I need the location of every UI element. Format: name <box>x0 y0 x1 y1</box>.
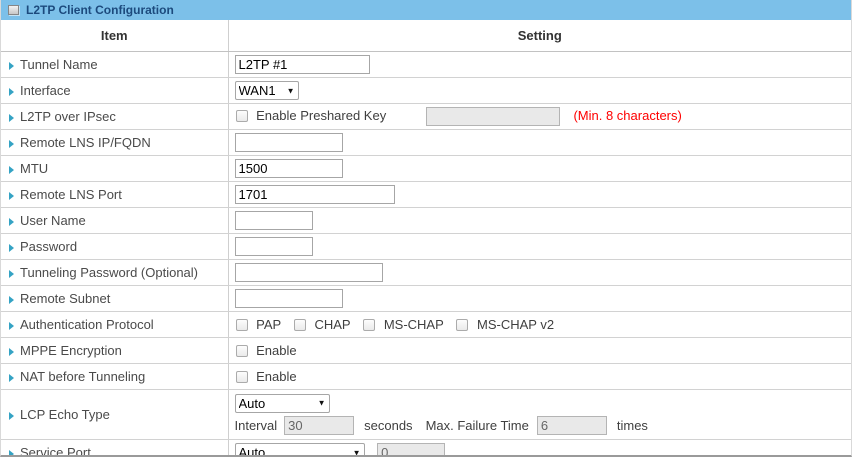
row-marker-icon <box>9 192 14 200</box>
row-marker-icon <box>9 374 14 382</box>
mppe-enable-checkbox[interactable] <box>236 345 248 357</box>
interval-unit-label: seconds <box>364 418 412 433</box>
checkbox-label: Enable <box>256 343 296 358</box>
row-label: LCP Echo Type <box>20 407 110 422</box>
tunnel-name-input[interactable] <box>235 55 370 74</box>
row-mppe-encryption: MPPE Encryption Enable <box>1 338 851 364</box>
row-user-name: User Name <box>1 208 851 234</box>
checkbox-label: MS-CHAP <box>384 317 444 332</box>
ms-chap-checkbox[interactable] <box>363 319 375 331</box>
row-label: Interface <box>20 83 71 98</box>
row-label: Authentication Protocol <box>20 317 154 332</box>
row-marker-icon <box>9 140 14 148</box>
remote-lns-port-input[interactable] <box>235 185 395 204</box>
row-label: User Name <box>20 213 86 228</box>
row-nat-before-tunneling: NAT before Tunneling Enable <box>1 364 851 390</box>
max-failure-time-input <box>537 416 607 435</box>
row-remote-lns-port: Remote LNS Port <box>1 182 851 208</box>
row-label: Remote Subnet <box>20 291 110 306</box>
lcp-echo-type-select[interactable]: Auto <box>235 394 330 413</box>
page-title: L2TP Client Configuration <box>26 3 174 17</box>
preshared-key-input <box>426 107 560 126</box>
row-remote-subnet: Remote Subnet <box>1 286 851 312</box>
preshared-key-hint: (Min. 8 characters) <box>573 108 681 123</box>
user-name-input[interactable] <box>235 211 313 230</box>
checkbox-label: Enable <box>256 369 296 384</box>
table-header-row: Item Setting <box>1 20 851 52</box>
configuration-table: Item Setting Tunnel Name Interface WAN1 … <box>1 20 851 457</box>
checkbox-label: Enable Preshared Key <box>256 108 386 123</box>
section-icon <box>8 5 19 15</box>
row-label: Password <box>20 239 77 254</box>
checkbox-label: MS-CHAP v2 <box>477 317 554 332</box>
row-label: MPPE Encryption <box>20 343 122 358</box>
row-label: Service Port <box>20 445 91 457</box>
row-marker-icon <box>9 218 14 226</box>
remote-subnet-input[interactable] <box>235 289 343 308</box>
interval-label: Interval <box>235 418 278 433</box>
row-label: Remote LNS IP/FQDN <box>20 135 151 150</box>
row-label: Remote LNS Port <box>20 187 122 202</box>
service-port-input <box>377 443 445 457</box>
remote-lns-ip-input[interactable] <box>235 133 343 152</box>
preshared-key-enable-checkbox[interactable] <box>236 110 248 122</box>
row-interface: Interface WAN1 ▼ <box>1 78 851 104</box>
interval-input <box>284 416 354 435</box>
max-failure-time-label: Max. Failure Time <box>426 418 529 433</box>
row-label: Tunneling Password (Optional) <box>20 265 198 280</box>
row-marker-icon <box>9 244 14 252</box>
row-marker-icon <box>9 412 14 420</box>
row-label: Tunnel Name <box>20 57 98 72</box>
service-port-select[interactable]: Auto <box>235 443 365 457</box>
row-marker-icon <box>9 450 14 457</box>
row-marker-icon <box>9 348 14 356</box>
row-label: L2TP over IPsec <box>20 109 116 124</box>
section-titlebar: L2TP Client Configuration <box>1 0 851 20</box>
failure-unit-label: times <box>617 418 648 433</box>
nat-enable-checkbox[interactable] <box>236 371 248 383</box>
row-marker-icon <box>9 296 14 304</box>
row-marker-icon <box>9 114 14 122</box>
column-header-setting: Setting <box>228 20 851 52</box>
column-header-item: Item <box>1 20 228 52</box>
row-authentication-protocol: Authentication Protocol PAP CHAP MS-CHAP… <box>1 312 851 338</box>
mtu-input[interactable] <box>235 159 343 178</box>
row-marker-icon <box>9 166 14 174</box>
password-input[interactable] <box>235 237 313 256</box>
row-marker-icon <box>9 62 14 70</box>
pap-checkbox[interactable] <box>236 319 248 331</box>
row-label: MTU <box>20 161 48 176</box>
interface-select[interactable]: WAN1 <box>235 81 299 100</box>
row-marker-icon <box>9 322 14 330</box>
l2tp-client-configuration-panel: L2TP Client Configuration Item Setting T… <box>0 0 852 457</box>
row-label: NAT before Tunneling <box>20 369 145 384</box>
row-marker-icon <box>9 88 14 96</box>
checkbox-label: CHAP <box>314 317 350 332</box>
row-mtu: MTU <box>1 156 851 182</box>
row-l2tp-over-ipsec: L2TP over IPsec Enable Preshared Key (Mi… <box>1 104 851 130</box>
ms-chap-v2-checkbox[interactable] <box>456 319 468 331</box>
row-service-port: Service Port Auto ▼ <box>1 440 851 457</box>
checkbox-label: PAP <box>256 317 281 332</box>
row-lcp-echo-type: LCP Echo Type Auto ▼ Interval seconds Ma… <box>1 390 851 440</box>
row-marker-icon <box>9 270 14 278</box>
chap-checkbox[interactable] <box>294 319 306 331</box>
row-tunnel-name: Tunnel Name <box>1 52 851 78</box>
row-tunneling-password: Tunneling Password (Optional) <box>1 260 851 286</box>
row-password: Password <box>1 234 851 260</box>
row-remote-lns-ip: Remote LNS IP/FQDN <box>1 130 851 156</box>
tunneling-password-input[interactable] <box>235 263 383 282</box>
